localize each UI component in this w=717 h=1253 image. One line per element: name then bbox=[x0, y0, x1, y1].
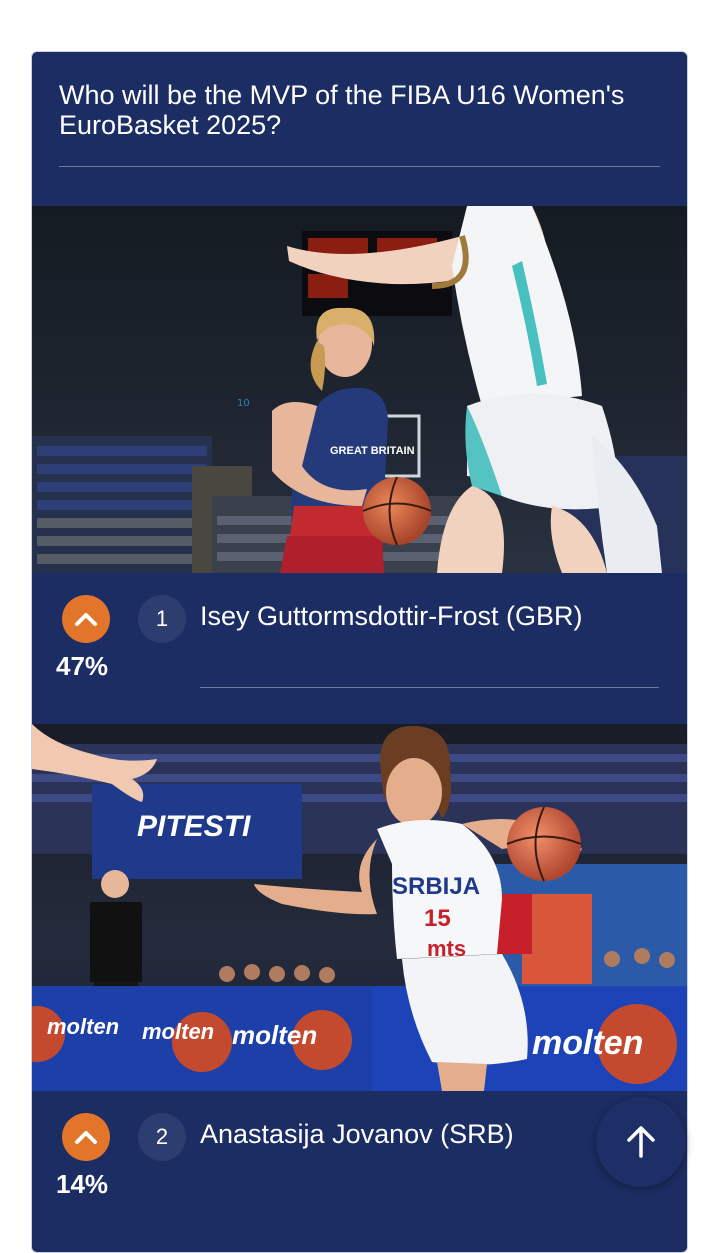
option-name-1: Isey Guttormsdottir-Frost (GBR) bbox=[200, 601, 583, 631]
rank-badge-2: 2 bbox=[138, 1113, 186, 1161]
board-text-4: molten bbox=[532, 1024, 643, 1062]
scroll-to-top-button[interactable] bbox=[596, 1097, 686, 1187]
chevron-up-icon bbox=[75, 613, 97, 626]
vote-button-1[interactable] bbox=[62, 595, 110, 643]
board-text-2: molten bbox=[142, 1019, 214, 1044]
rank-badge-1: 1 bbox=[138, 595, 186, 643]
vote-percent-1: 47% bbox=[56, 651, 109, 681]
vote-percent-2: 14% bbox=[56, 1169, 109, 1199]
chevron-up-icon bbox=[75, 1131, 97, 1144]
jersey-text: GREAT BRITAIN bbox=[330, 445, 415, 457]
option-name-2: Anastasija Jovanov (SRB) bbox=[200, 1119, 514, 1149]
board-text-1: molten bbox=[47, 1014, 119, 1039]
option-1: 47% 1 Isey Guttormsdottir-Frost (GBR) bbox=[32, 573, 687, 724]
poll-header: Who will be the MVP of the FIBA U16 Wome… bbox=[32, 52, 687, 206]
option-1-photo: 10 GREAT BRITAIN bbox=[32, 206, 687, 573]
arrow-up-icon bbox=[627, 1126, 655, 1158]
scoreboard-text: 10 bbox=[237, 398, 250, 409]
poll-question: Who will be the MVP of the FIBA U16 Wome… bbox=[59, 80, 625, 140]
option-2: 14% 2 Anastasija Jovanov (SRB) bbox=[32, 1091, 687, 1231]
jersey-number: 15 bbox=[424, 905, 451, 932]
jersey-text-2: SRBIJA bbox=[392, 873, 480, 900]
board-text-3: molten bbox=[232, 1020, 317, 1050]
option-divider-1 bbox=[200, 687, 659, 688]
arena-banner-text: PITESTI bbox=[137, 810, 251, 843]
vote-button-2[interactable] bbox=[62, 1113, 110, 1161]
option-2-photo: PITESTI molten molten molten molten SRBI… bbox=[32, 724, 687, 1091]
header-divider bbox=[59, 166, 660, 167]
poll-card: Who will be the MVP of the FIBA U16 Wome… bbox=[31, 51, 688, 1253]
